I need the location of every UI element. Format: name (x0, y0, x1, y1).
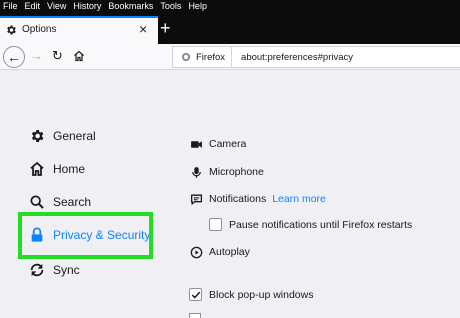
permission-label: Notifications (209, 193, 267, 205)
pause-notifications-option[interactable]: Pause notifications until Firefox restar… (209, 218, 412, 231)
tab-strip: Options × + (0, 13, 460, 47)
sync-icon (28, 262, 45, 279)
sidebar-item-label: Home (53, 162, 86, 176)
notification-icon (189, 192, 203, 206)
search-icon (28, 194, 45, 211)
close-icon[interactable]: × (139, 21, 147, 37)
camera-icon (189, 137, 203, 151)
tab-options[interactable]: Options × (0, 16, 158, 47)
menu-bar: File Edit View History Bookmarks Tools H… (0, 0, 460, 13)
permission-label: Camera (209, 138, 247, 150)
highlight-annotation (18, 212, 153, 259)
home-icon[interactable] (73, 50, 85, 62)
tab-title: Options (22, 24, 57, 35)
block-popups-checkbox[interactable] (189, 288, 202, 301)
url-text[interactable]: about:preferences#privacy (241, 52, 353, 63)
home-icon (28, 161, 45, 178)
menu-edit[interactable]: Edit (25, 0, 41, 13)
autoplay-icon (189, 245, 203, 259)
back-arrow-icon: ← (7, 49, 21, 65)
menu-view[interactable]: View (47, 0, 66, 13)
checkbox-label: Block pop-up windows (209, 288, 314, 301)
learn-more-link[interactable]: Learn more (272, 193, 326, 205)
sidebar-item-label: Sync (53, 263, 80, 277)
microphone-icon (189, 165, 203, 179)
permission-microphone[interactable]: Microphone (189, 165, 264, 179)
permission-camera[interactable]: Camera (189, 137, 246, 151)
permission-notifications[interactable]: Notifications Learn more (189, 192, 326, 206)
menu-tools[interactable]: Tools (160, 0, 181, 13)
url-bar[interactable]: Firefox about:preferences#privacy (172, 46, 460, 68)
gear-icon (7, 25, 16, 35)
next-checkbox-partial[interactable] (189, 313, 201, 318)
permission-autoplay[interactable]: Autoplay (189, 245, 250, 259)
pause-notifications-checkbox[interactable] (209, 218, 222, 231)
sidebar-item-label: General (53, 129, 96, 143)
permission-label: Microphone (209, 166, 264, 178)
menu-history[interactable]: History (73, 0, 101, 13)
block-popups-option[interactable]: Block pop-up windows (189, 288, 313, 301)
menu-file[interactable]: File (3, 0, 18, 13)
sidebar-item-sync[interactable]: Sync (28, 257, 80, 283)
back-button[interactable]: ← (3, 46, 25, 68)
forward-button[interactable]: → (30, 48, 43, 63)
sidebar-item-general[interactable]: General (28, 123, 96, 149)
sidebar-item-label: Search (53, 195, 92, 209)
gear-icon (28, 128, 45, 145)
checkmark-icon (191, 291, 200, 299)
firefox-icon (181, 52, 191, 62)
sidebar-item-home[interactable]: Home (28, 156, 85, 182)
checkbox-label: Pause notifications until Firefox restar… (229, 218, 413, 231)
identity-box[interactable]: Firefox (173, 47, 233, 67)
menu-help[interactable]: Help (188, 0, 207, 13)
reload-button[interactable]: ↻ (52, 48, 63, 64)
permission-label: Autoplay (209, 246, 250, 258)
new-tab-button[interactable]: + (160, 19, 171, 37)
menu-bookmarks[interactable]: Bookmarks (108, 0, 153, 13)
navigation-bar: ← → ↻ Firefox about:preferences#privacy (0, 44, 460, 70)
identity-label: Firefox (196, 51, 226, 63)
